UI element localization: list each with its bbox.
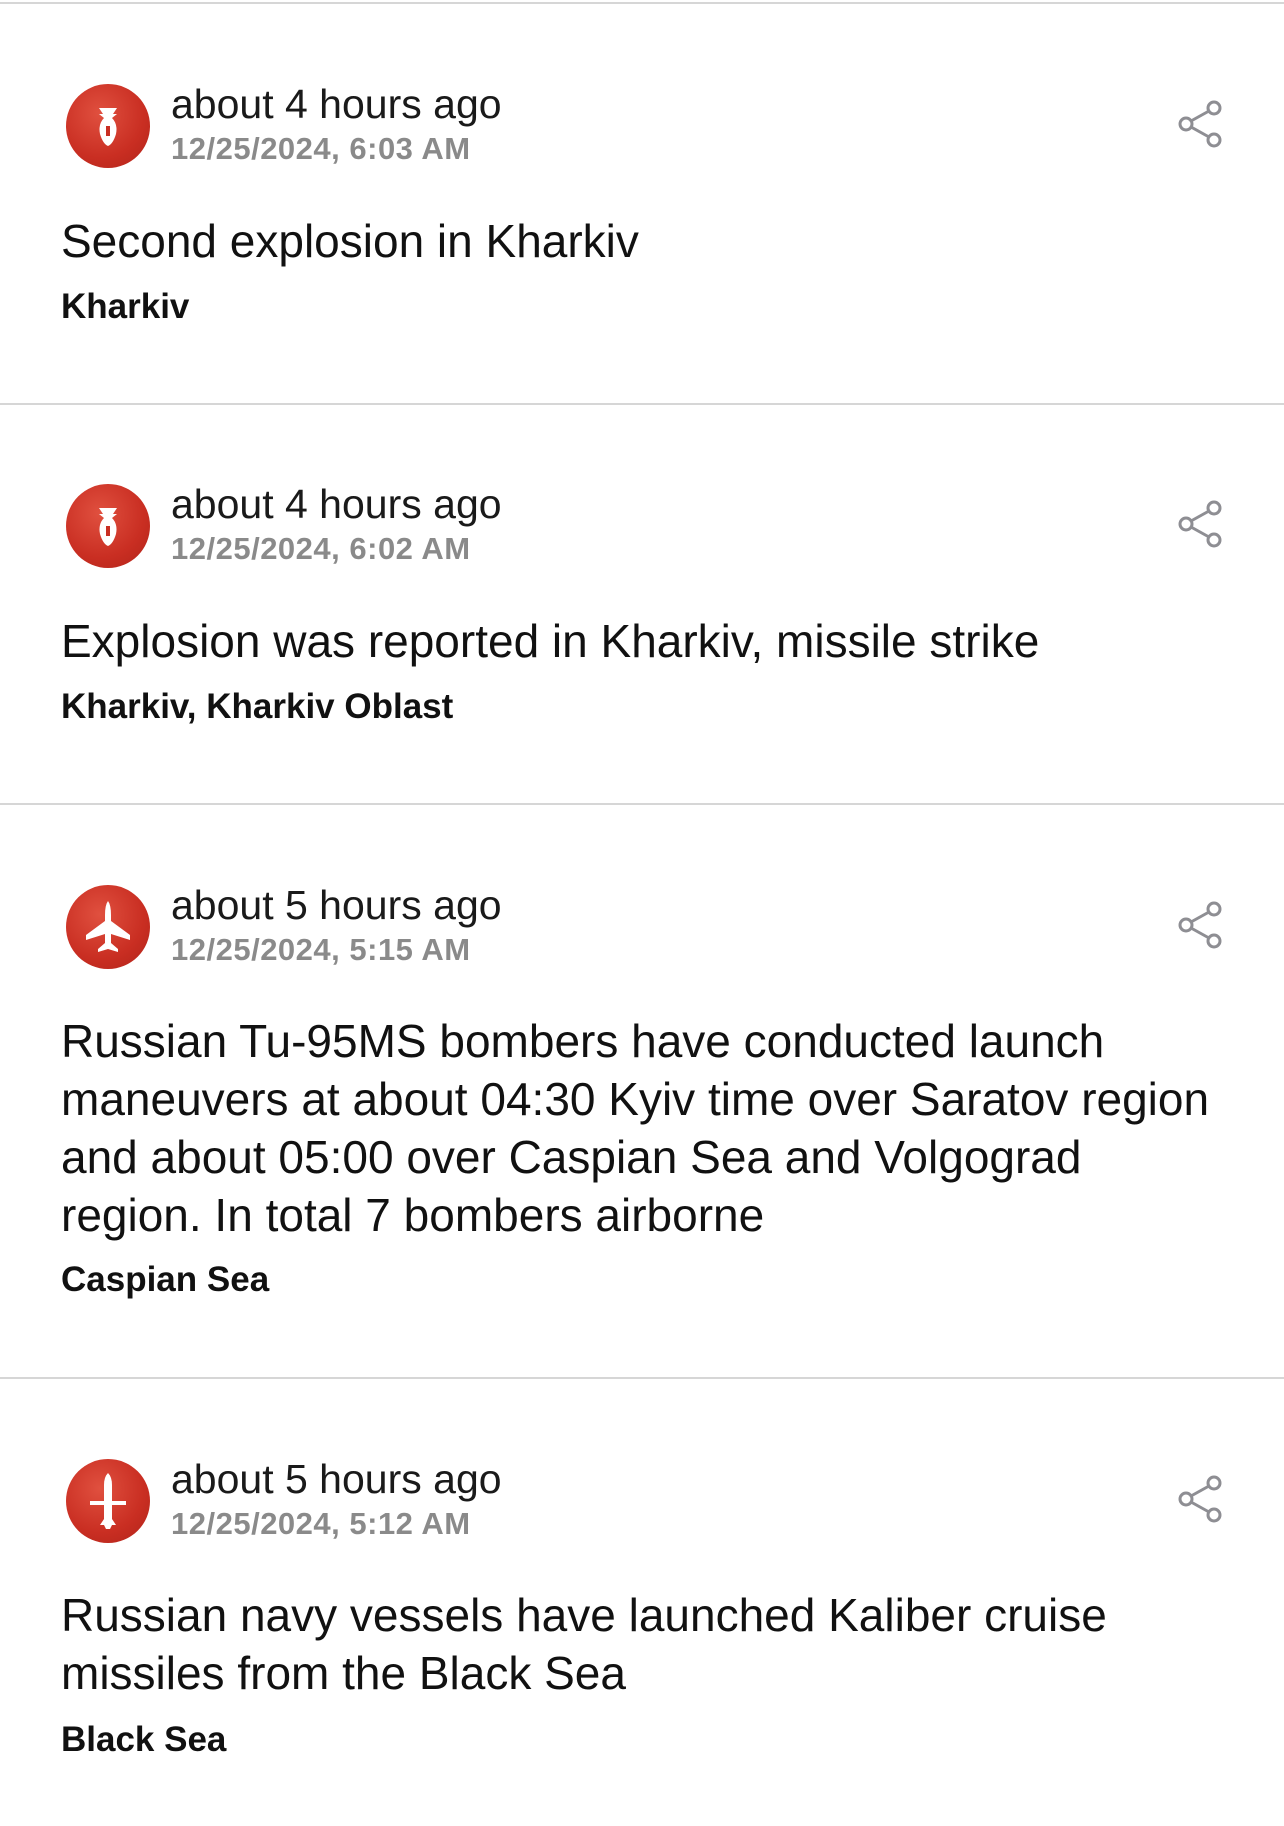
feed-item[interactable]: about 5 hours ago 12/25/2024, 5:15 AM Ru…	[0, 805, 1284, 1377]
event-title: Russian Tu-95MS bombers have conducted l…	[61, 1015, 1210, 1241]
feed-item[interactable]: about 4 hours ago 12/25/2024, 6:03 AM Se…	[0, 0, 1284, 404]
event-location: Caspian Sea	[61, 1260, 270, 1299]
timestamp: 12/25/2024, 6:03 AM	[171, 131, 471, 166]
share-icon[interactable]	[1176, 98, 1224, 150]
event-location: Kharkiv	[61, 287, 190, 326]
event-title: Russian navy vessels have launched Kalib…	[61, 1589, 1107, 1699]
feed-item[interactable]: about 4 hours ago 12/25/2024, 6:02 AM Ex…	[0, 405, 1284, 803]
event-location: Kharkiv, Kharkiv Oblast	[61, 687, 454, 726]
timestamp: 12/25/2024, 6:02 AM	[171, 531, 471, 566]
share-icon[interactable]	[1176, 1473, 1224, 1525]
event-title: Explosion was reported in Kharkiv, missi…	[61, 615, 1040, 667]
cruise-missile-icon	[66, 1459, 150, 1543]
event-feed: about 4 hours ago 12/25/2024, 6:03 AM Se…	[0, 0, 1284, 1826]
relative-time: about 5 hours ago	[171, 1456, 502, 1502]
bomb-icon	[66, 484, 150, 568]
share-icon[interactable]	[1176, 899, 1224, 951]
relative-time: about 4 hours ago	[171, 481, 502, 527]
bomb-icon	[66, 84, 150, 168]
event-title: Second explosion in Kharkiv	[61, 215, 639, 267]
share-icon[interactable]	[1176, 498, 1224, 550]
feed-item[interactable]: about 5 hours ago 12/25/2024, 5:12 AM Ru…	[0, 1379, 1284, 1826]
relative-time: about 4 hours ago	[171, 81, 502, 127]
relative-time: about 5 hours ago	[171, 882, 502, 928]
timestamp: 12/25/2024, 5:12 AM	[171, 1506, 471, 1541]
event-location: Black Sea	[61, 1720, 227, 1759]
bomber-plane-icon	[66, 885, 150, 969]
timestamp: 12/25/2024, 5:15 AM	[171, 932, 471, 967]
